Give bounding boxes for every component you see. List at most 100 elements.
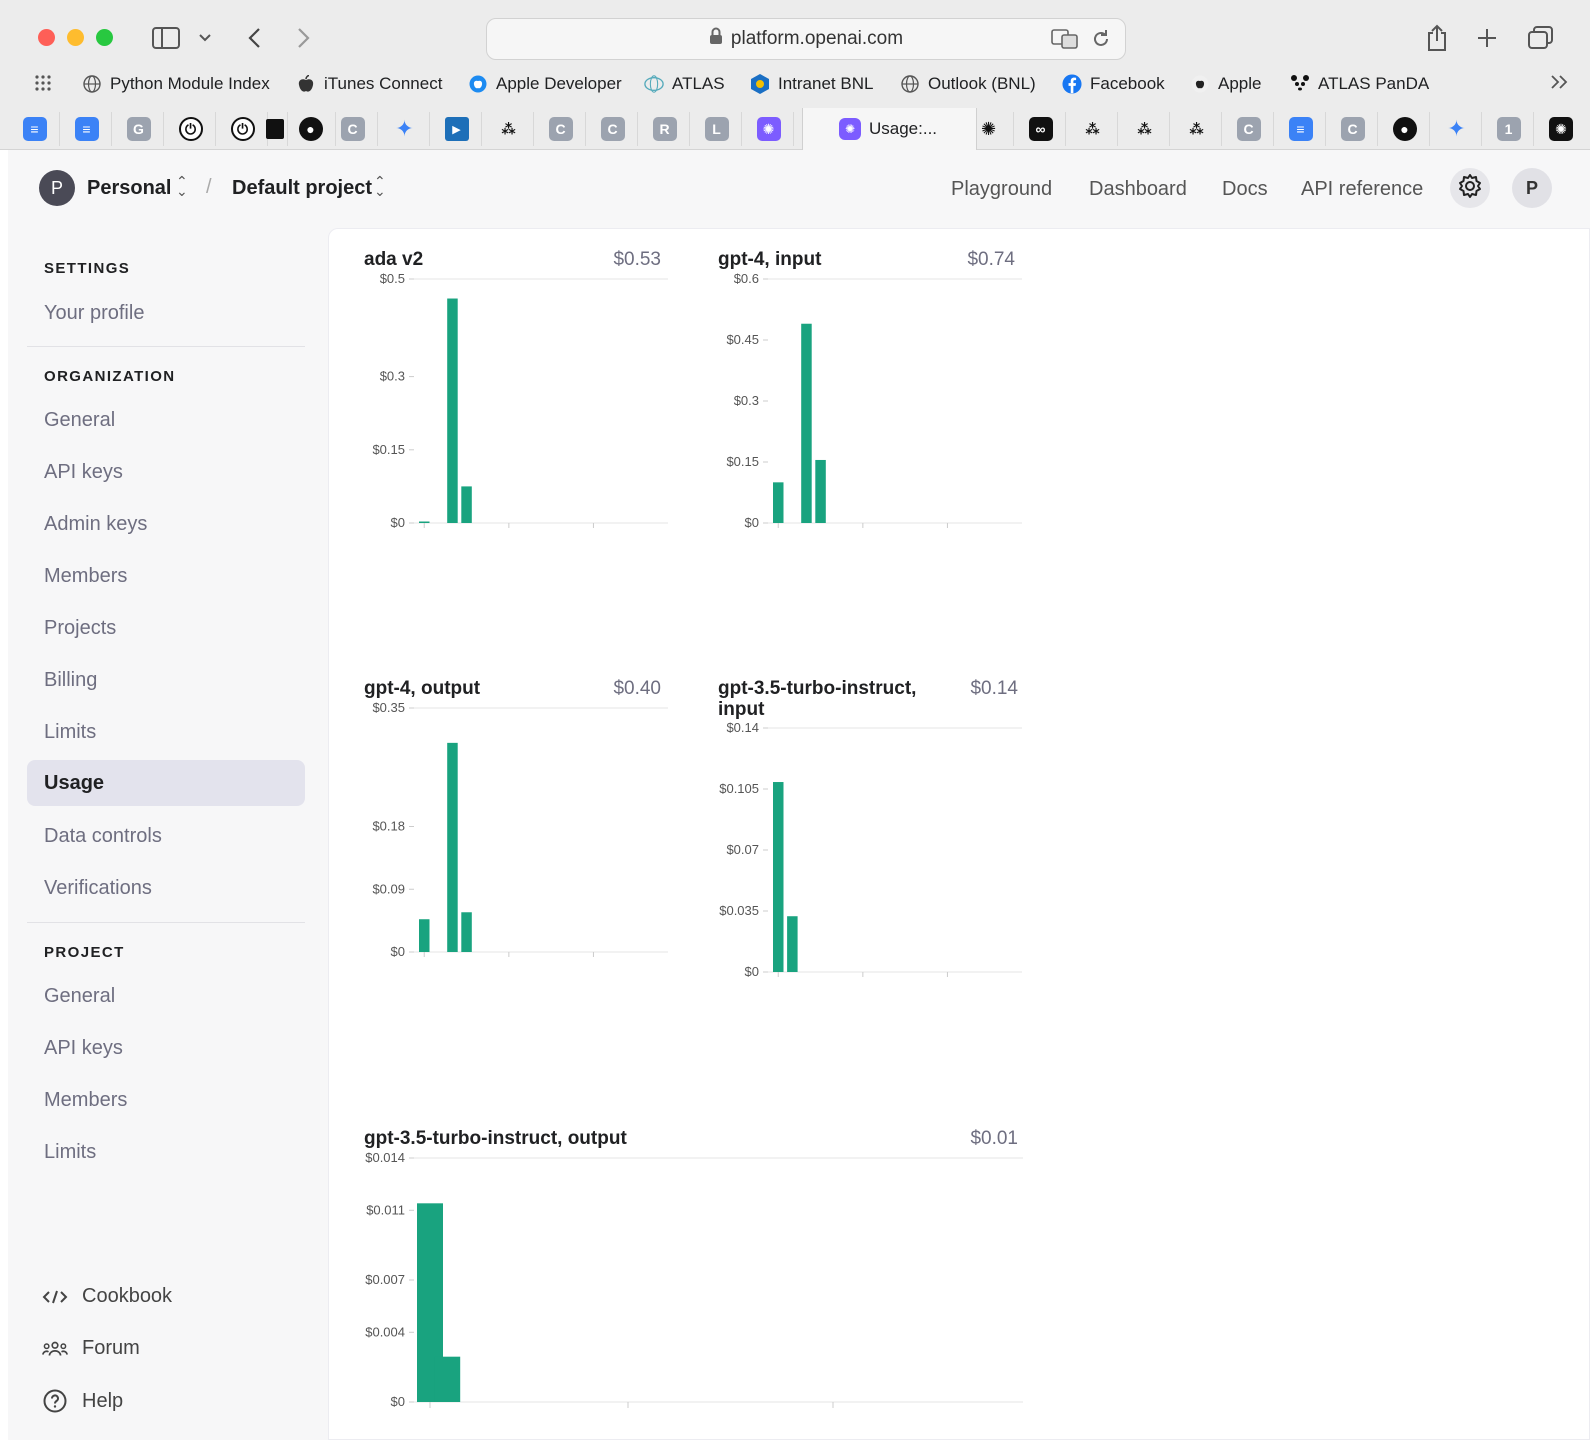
tab-usage-active[interactable]: ✺ Usage:...: [802, 108, 977, 150]
bookmark-atlas[interactable]: ATLAS: [644, 74, 725, 94]
google-docs-icon: ≡: [1288, 117, 1313, 141]
bookmark-apple-developer[interactable]: Apple Developer: [468, 74, 622, 94]
sidebar-item-org-members[interactable]: Members: [27, 553, 305, 599]
chevron-down-icon[interactable]: [196, 20, 214, 56]
sidebar-item-org-api-keys[interactable]: API keys: [27, 449, 305, 495]
nav-docs[interactable]: Docs: [1222, 178, 1268, 201]
nav-playground[interactable]: Playground: [951, 178, 1052, 201]
help-icon: [42, 1389, 68, 1413]
y-tick-label: $0.004: [365, 1324, 405, 1339]
sidebar-item-org-limits[interactable]: Limits: [27, 709, 305, 755]
sidebar-item-project-general[interactable]: General: [27, 973, 305, 1019]
sidebar-item-your-profile[interactable]: Your profile: [27, 290, 305, 336]
tab-gemini-1[interactable]: ✦: [380, 112, 430, 146]
usage-bar: [801, 323, 812, 523]
panda-icon: [1290, 74, 1310, 94]
usage-bar: [461, 486, 472, 523]
sidebar-item-usage[interactable]: Usage: [27, 760, 305, 806]
sidebar-item-projects[interactable]: Projects: [27, 605, 305, 651]
tab-openai-3[interactable]: ✺: [1536, 112, 1586, 146]
sidebar-item-admin-keys[interactable]: Admin keys: [27, 501, 305, 547]
tab-overview-icon[interactable]: [1526, 20, 1556, 56]
usage-bar: [773, 482, 784, 523]
tab-video[interactable]: ▶: [432, 112, 482, 146]
people-icon: [42, 1340, 68, 1358]
section-title-settings: SETTINGS: [44, 260, 131, 277]
tab-power-1[interactable]: ⏻: [166, 112, 216, 146]
settings-button[interactable]: [1450, 168, 1490, 208]
bookmark-python-module-index[interactable]: Python Module Index: [82, 74, 270, 94]
sidebar-item-data-controls[interactable]: Data controls: [27, 813, 305, 859]
tab-openai-1[interactable]: ✺: [744, 112, 794, 146]
tab-loop[interactable]: ∞: [1016, 112, 1066, 146]
org-avatar[interactable]: P: [39, 170, 75, 206]
tab-docs-2[interactable]: ≡: [62, 112, 112, 146]
sidebar-item-project-limits[interactable]: Limits: [27, 1129, 305, 1175]
footer-link-forum[interactable]: Forum: [42, 1337, 140, 1360]
translate-icon[interactable]: [1051, 28, 1079, 56]
back-icon[interactable]: [244, 20, 264, 56]
y-tick-label: $0.035: [719, 903, 759, 918]
tab-panda-1[interactable]: ⁂: [484, 112, 534, 146]
org-switcher[interactable]: Personal: [87, 177, 171, 200]
apple-icon: [1190, 74, 1210, 94]
chevron-up-down-icon[interactable]: ⌃ ⌄: [374, 174, 386, 198]
bookmark-intranet-bnl[interactable]: Intranet BNL: [750, 74, 873, 94]
y-tick-label: $0: [391, 515, 405, 529]
tab-qr[interactable]: [262, 112, 288, 146]
lock-icon: [709, 27, 723, 51]
bookmark-facebook[interactable]: Facebook: [1062, 74, 1165, 94]
reload-icon[interactable]: [1091, 28, 1111, 56]
tab-panda-2[interactable]: ⁂: [1068, 112, 1118, 146]
tab-gemini-2[interactable]: ✦: [1432, 112, 1482, 146]
bookmark-outlook-bnl[interactable]: Outlook (BNL): [900, 74, 1036, 94]
sidebar-item-org-general[interactable]: General: [27, 397, 305, 443]
usage-card: gpt-3.5-turbo-instruct, input $0.14 $0 $0…: [697, 658, 1037, 1078]
app-window: P Personal ⌃ ⌄ / Default project ⌃ ⌄ Playg…: [8, 150, 1590, 1440]
minimize-window-button[interactable]: [67, 29, 84, 46]
close-window-button[interactable]: [38, 29, 55, 46]
sidebar-item-project-members[interactable]: Members: [27, 1077, 305, 1123]
tab-one[interactable]: 1: [1484, 112, 1534, 146]
tab-github-2[interactable]: ●: [1380, 112, 1430, 146]
project-switcher[interactable]: Default project: [232, 177, 372, 200]
footer-link-help[interactable]: Help: [42, 1389, 123, 1413]
tab-c-1[interactable]: C: [328, 112, 378, 146]
tab-docs-1[interactable]: ≡: [10, 112, 60, 146]
tab-c-5[interactable]: C: [1328, 112, 1378, 146]
tab-g[interactable]: G: [114, 112, 164, 146]
tab-l[interactable]: L: [692, 112, 742, 146]
tab-c-3[interactable]: C: [588, 112, 638, 146]
new-tab-icon[interactable]: [1474, 20, 1500, 56]
apps-grid-icon[interactable]: [34, 74, 52, 92]
nav-api-reference[interactable]: API reference: [1301, 178, 1423, 201]
forward-icon[interactable]: [294, 20, 314, 56]
tab-r[interactable]: R: [640, 112, 690, 146]
tab-c-2[interactable]: C: [536, 112, 586, 146]
usage-content: ada v2 $0.53 $0$0.15$0.3$0.514 Jan20 Jan…: [328, 228, 1590, 1440]
chevron-up-down-icon[interactable]: ⌃ ⌄: [176, 174, 188, 198]
share-icon[interactable]: [1424, 20, 1450, 56]
tab-panda-4[interactable]: ⁂: [1172, 112, 1222, 146]
bookmark-atlas-panda[interactable]: ATLAS PanDA: [1290, 74, 1429, 94]
footer-link-cookbook[interactable]: Cookbook: [42, 1285, 172, 1308]
tab-c-4[interactable]: C: [1224, 112, 1274, 146]
tab-docs-3[interactable]: ≡: [1276, 112, 1326, 146]
more-bookmarks-icon[interactable]: [1550, 74, 1570, 90]
user-avatar[interactable]: P: [1512, 168, 1552, 208]
y-tick-label: $0.18: [372, 819, 405, 834]
zoom-window-button[interactable]: [96, 29, 113, 46]
nav-dashboard[interactable]: Dashboard: [1089, 178, 1187, 201]
sidebar-item-project-api-keys[interactable]: API keys: [27, 1025, 305, 1071]
tab-panda-3[interactable]: ⁂: [1120, 112, 1170, 146]
sidebar-item-verifications[interactable]: Verifications: [27, 865, 305, 911]
sidebar-toggle-icon[interactable]: [150, 20, 182, 56]
sidebar-item-billing[interactable]: Billing: [27, 657, 305, 703]
usage-bar: [419, 521, 430, 523]
breadcrumb-separator: /: [206, 176, 212, 198]
bookmark-itunes-connect[interactable]: iTunes Connect: [296, 74, 442, 94]
address-bar[interactable]: platform.openai.com: [486, 18, 1126, 60]
tab-power-2[interactable]: ⏻: [218, 112, 268, 146]
y-tick-label: $0.105: [719, 781, 759, 796]
bookmark-apple[interactable]: Apple: [1190, 74, 1261, 94]
